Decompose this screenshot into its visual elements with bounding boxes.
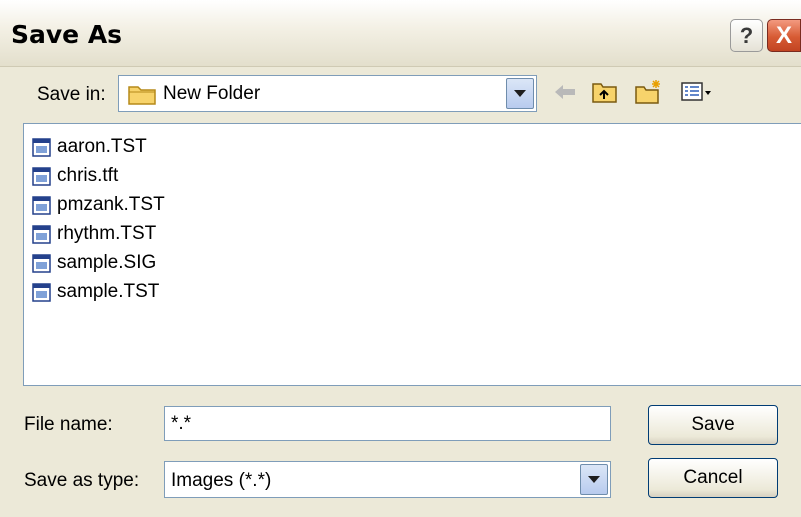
file-list[interactable]: aaron.TST chris.tft pmzank.TST rhythm.TS… [23, 123, 801, 386]
save-in-value: New Folder [163, 83, 261, 104]
file-item[interactable]: sample.TST [32, 280, 159, 304]
file-name: sample.SIG [57, 252, 157, 273]
save-in-label: Save in: [37, 84, 106, 105]
back-arrow-icon[interactable] [552, 79, 578, 105]
file-name-input[interactable] [164, 406, 611, 441]
file-name: aaron.TST [57, 136, 147, 157]
new-folder-icon[interactable] [634, 79, 664, 105]
file-icon [32, 195, 51, 215]
file-name-label: File name: [24, 414, 113, 435]
file-icon [32, 282, 51, 302]
file-name: sample.TST [57, 281, 160, 302]
file-item[interactable]: chris.tft [32, 164, 118, 188]
dialog-title: Save As [11, 20, 123, 49]
file-icon [32, 166, 51, 186]
save-as-type-label: Save as type: [24, 470, 140, 491]
file-name: rhythm.TST [57, 223, 157, 244]
chevron-down-icon[interactable] [580, 464, 608, 495]
folder-icon [128, 86, 156, 105]
file-icon [32, 137, 51, 157]
help-button[interactable]: ? [730, 19, 763, 52]
file-item[interactable]: sample.SIG [32, 251, 156, 275]
file-name: chris.tft [57, 165, 119, 186]
close-button[interactable]: X [767, 19, 801, 52]
up-one-level-icon[interactable] [591, 79, 619, 105]
save-as-type-value: Images (*.*) [171, 470, 272, 491]
title-bar[interactable]: Save As ? X [0, 0, 801, 67]
file-item[interactable]: pmzank.TST [32, 193, 165, 217]
file-icon [32, 253, 51, 273]
chevron-down-icon[interactable] [506, 78, 534, 109]
file-item[interactable]: rhythm.TST [32, 222, 156, 246]
file-name: pmzank.TST [57, 194, 165, 215]
cancel-button[interactable]: Cancel [648, 458, 778, 498]
save-button[interactable]: Save [648, 405, 778, 445]
file-item[interactable]: aaron.TST [32, 135, 147, 159]
save-in-dropdown[interactable]: New Folder [118, 75, 537, 112]
view-menu-icon[interactable] [680, 79, 714, 105]
file-icon [32, 224, 51, 244]
save-as-type-dropdown[interactable]: Images (*.*) [164, 461, 611, 498]
